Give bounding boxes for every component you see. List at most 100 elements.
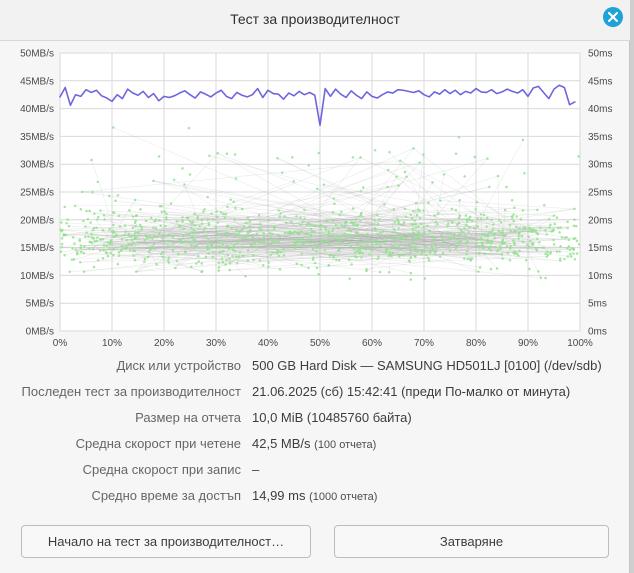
access-time-point — [545, 255, 549, 258]
close-window-button[interactable] — [603, 7, 623, 27]
access-time-point — [207, 223, 211, 226]
access-time-point — [327, 238, 330, 242]
access-time-point — [273, 225, 276, 228]
access-time-point — [125, 238, 128, 242]
access-time-point — [348, 277, 351, 280]
access-time-point — [480, 237, 483, 241]
access-time-point — [319, 227, 322, 231]
access-time-point — [102, 248, 105, 252]
access-time-point — [572, 252, 575, 255]
access-time-point — [567, 238, 571, 242]
access-time-point — [197, 260, 200, 263]
access-time-point — [299, 223, 302, 227]
access-time-point — [397, 244, 401, 247]
access-time-point — [117, 254, 121, 258]
access-time-point — [190, 226, 193, 230]
access-time-point — [463, 238, 467, 241]
chart-left-y-tick-label: 15MB/s — [20, 243, 54, 254]
access-time-point — [475, 200, 479, 204]
access-time-point — [177, 252, 180, 256]
access-time-point — [292, 240, 296, 244]
access-time-point — [206, 218, 209, 222]
access-time-point — [219, 211, 223, 214]
access-time-point — [503, 234, 506, 238]
access-time-point — [531, 242, 534, 245]
access-time-point — [487, 247, 491, 251]
access-time-point — [495, 267, 499, 270]
access-time-point — [115, 233, 118, 237]
last-test-row: Последен тест за производителност 21.06.… — [0, 384, 630, 404]
access-time-point — [506, 251, 510, 255]
access-time-point — [568, 248, 572, 252]
access-time-point — [244, 221, 248, 225]
access-time-point — [324, 228, 328, 232]
chart-left-y-tick-label: 10MB/s — [20, 271, 54, 282]
access-time-point — [361, 251, 365, 255]
access-time-point — [497, 229, 501, 233]
access-time-point — [280, 171, 284, 174]
access-time-point — [528, 226, 531, 229]
access-time-point — [405, 175, 408, 179]
access-time-point — [412, 239, 416, 243]
access-time-point — [253, 241, 257, 245]
access-time-point — [432, 236, 435, 239]
access-time-point — [235, 228, 238, 231]
access-time-point — [206, 244, 209, 248]
access-time-point — [542, 246, 546, 249]
access-time-point — [503, 241, 507, 245]
access-time-point — [258, 223, 262, 226]
access-time-point — [376, 213, 379, 217]
chart-x-tick-label: 50% — [310, 338, 330, 349]
access-time-point — [436, 223, 439, 226]
access-time-point — [572, 237, 576, 241]
access-time-point — [112, 211, 115, 214]
access-time-point — [181, 220, 184, 223]
access-time-point — [433, 251, 437, 254]
access-time-point — [409, 256, 413, 259]
access-time-point — [217, 269, 220, 272]
access-time-point — [134, 270, 138, 273]
access-time-point — [403, 246, 406, 250]
access-time-point — [352, 247, 356, 251]
access-time-point — [515, 215, 518, 218]
close-dialog-button[interactable]: Затваряне — [334, 525, 609, 558]
access-time-point — [171, 249, 175, 252]
access-time-point — [428, 229, 431, 233]
access-time-point — [290, 220, 293, 223]
access-time-point — [67, 224, 71, 228]
access-time-point — [158, 232, 161, 235]
access-time-point — [194, 231, 197, 234]
access-time-point — [425, 253, 428, 257]
access-time-point — [496, 174, 500, 178]
access-time-point — [518, 226, 521, 230]
access-time-point — [317, 273, 320, 276]
access-time-point — [231, 255, 234, 258]
access-time-point — [96, 180, 100, 184]
access-time-point — [524, 259, 528, 262]
access-time-point — [150, 245, 154, 249]
access-time-point — [112, 253, 115, 257]
access-time-point — [334, 237, 337, 241]
access-time-point — [431, 248, 435, 251]
access-time-point — [257, 240, 260, 243]
performance-chart: 0% 10% 20% 30% 40% 50% 60% 70% 80% 90% 100% 0MB/s 0m… — [0, 40, 630, 352]
access-time-point — [117, 214, 121, 218]
access-time-point — [151, 237, 154, 240]
access-time-point — [418, 209, 421, 213]
access-time-point — [217, 266, 221, 269]
access-time-point — [175, 259, 179, 263]
access-time-point — [291, 232, 295, 235]
access-time-point — [171, 236, 174, 239]
access-time-point — [555, 216, 559, 219]
access-time-point — [360, 246, 364, 250]
write-speed-value: – — [252, 462, 260, 477]
access-time-point — [267, 265, 270, 268]
access-time-point — [267, 218, 271, 222]
access-time-point — [112, 247, 116, 251]
access-time-point — [373, 148, 377, 152]
start-benchmark-button[interactable]: Начало на тест за производителност… — [21, 525, 311, 558]
access-time-point — [262, 236, 266, 239]
access-time-point — [80, 190, 84, 194]
access-time-point — [104, 251, 108, 254]
access-time-point — [137, 241, 140, 244]
